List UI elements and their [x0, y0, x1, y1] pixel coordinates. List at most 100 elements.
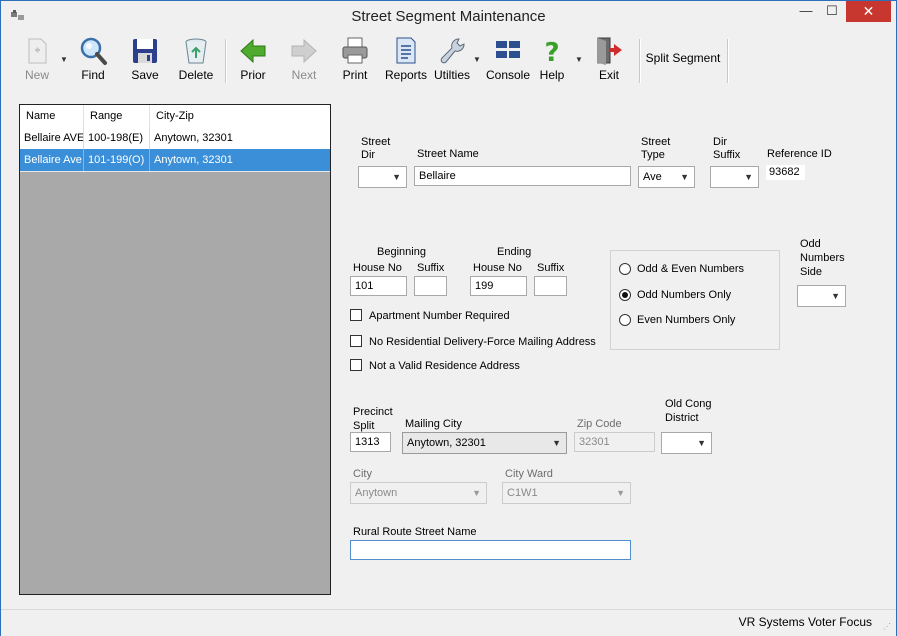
- next-label: Next: [291, 68, 317, 82]
- ending-house-no-label: House No: [473, 262, 522, 274]
- reports-label: Reports: [384, 68, 428, 82]
- city-ward-select[interactable]: C1W1 ▼: [502, 482, 631, 504]
- chevron-down-icon: ▼: [552, 438, 561, 448]
- reports-button[interactable]: Reports: [383, 33, 429, 85]
- print-label: Print: [342, 68, 368, 82]
- toolbar-separator: [727, 39, 729, 83]
- precinct-split-input[interactable]: 1313: [350, 432, 391, 452]
- apartment-checkbox[interactable]: [350, 309, 362, 321]
- next-button[interactable]: Next: [285, 33, 323, 85]
- console-label: Console: [485, 68, 531, 82]
- street-type-label-line1: Street: [641, 136, 671, 148]
- odd-only-label[interactable]: Odd Numbers Only: [637, 288, 731, 302]
- utilities-label: Utilties: [433, 68, 470, 82]
- resize-grip-icon[interactable]: ⋰: [883, 623, 893, 634]
- title-bar: Street Segment Maintenance — ☐ ✕: [1, 1, 896, 31]
- precinct-label-line2: Split: [353, 420, 375, 432]
- street-type-value: Ave: [643, 171, 662, 183]
- odd-even-radio[interactable]: [619, 263, 631, 275]
- new-button[interactable]: New: [17, 33, 57, 85]
- not-valid-checkbox[interactable]: [350, 359, 362, 371]
- new-label: New: [24, 68, 49, 82]
- not-valid-label[interactable]: Not a Valid Residence Address: [369, 359, 520, 373]
- rural-route-input[interactable]: [350, 540, 631, 560]
- recycle-bin-icon: [185, 38, 207, 64]
- odd-only-radio[interactable]: [619, 289, 631, 301]
- cell-range: 100-198(E): [84, 127, 150, 149]
- new-document-icon: [28, 38, 47, 64]
- beginning-label: Beginning: [377, 246, 426, 258]
- city-value: Anytown: [355, 487, 398, 499]
- even-only-label[interactable]: Even Numbers Only: [637, 313, 735, 327]
- print-button[interactable]: Print: [335, 33, 375, 85]
- arrow-left-icon: [240, 38, 266, 64]
- split-segment-button[interactable]: Split Segment: [643, 33, 723, 85]
- mailing-city-value: Anytown, 32301: [407, 437, 486, 449]
- prior-label: Prior: [240, 68, 266, 82]
- report-document-icon: [396, 37, 416, 64]
- help-label: Help: [539, 68, 565, 82]
- save-label: Save: [131, 68, 159, 82]
- toolbar-separator: [225, 39, 227, 83]
- minimize-button[interactable]: —: [793, 1, 819, 21]
- street-name-input[interactable]: Bellaire: [414, 166, 631, 186]
- odd-side-select[interactable]: ▼: [797, 285, 846, 307]
- no-residential-checkbox[interactable]: [350, 335, 362, 347]
- city-ward-label: City Ward: [505, 468, 553, 480]
- toolbar-separator: [639, 39, 641, 83]
- save-button[interactable]: Save: [125, 33, 165, 85]
- utilities-button[interactable]: Utilties: [431, 33, 473, 85]
- new-dropdown-icon[interactable]: ▼: [60, 55, 68, 64]
- old-cong-district-select[interactable]: ▼: [661, 432, 712, 454]
- beginning-suffix-input[interactable]: [414, 276, 447, 296]
- table-row-selected[interactable]: Bellaire Ave 101-199(O) Anytown, 32301: [20, 149, 330, 172]
- odd-side-label-line3: Side: [800, 266, 823, 278]
- column-header-range[interactable]: Range: [84, 105, 150, 127]
- prior-button[interactable]: Prior: [233, 33, 273, 85]
- column-header-city-zip[interactable]: City-Zip: [150, 105, 330, 127]
- ending-house-no-input[interactable]: 199: [470, 276, 527, 296]
- utilities-dropdown-icon[interactable]: ▼: [473, 55, 481, 64]
- dir-suffix-select[interactable]: ▼: [710, 166, 759, 188]
- exit-button[interactable]: Exit: [591, 33, 627, 85]
- mailing-city-select[interactable]: Anytown, 32301 ▼: [402, 432, 567, 454]
- odd-side-label-line2: Numbers: [800, 252, 845, 264]
- mailing-city-label: Mailing City: [405, 418, 462, 430]
- chevron-down-icon: ▼: [831, 291, 840, 301]
- svg-text:?: ?: [544, 38, 559, 66]
- find-button[interactable]: Find: [73, 33, 113, 85]
- segment-grid: Name Range City-Zip Bellaire AVE 100-198…: [19, 104, 331, 595]
- delete-button[interactable]: Delete: [175, 33, 217, 85]
- even-only-radio[interactable]: [619, 314, 631, 326]
- chevron-down-icon: ▼: [744, 172, 753, 182]
- precinct-label-line1: Precinct: [353, 406, 393, 418]
- city-select[interactable]: Anytown ▼: [350, 482, 487, 504]
- street-dir-select[interactable]: ▼: [358, 166, 407, 188]
- console-button[interactable]: Console: [485, 33, 531, 85]
- chevron-down-icon: ▼: [697, 438, 706, 448]
- help-button[interactable]: ? Help: [535, 33, 569, 85]
- column-header-name[interactable]: Name: [20, 105, 84, 127]
- maximize-button[interactable]: ☐: [819, 1, 845, 21]
- app-window: Street Segment Maintenance — ☐ ✕ New ▼ F…: [0, 0, 897, 636]
- old-cong-label-line2: District: [665, 412, 699, 424]
- help-dropdown-icon[interactable]: ▼: [575, 55, 583, 64]
- floppy-disk-icon: [133, 39, 157, 63]
- close-button[interactable]: ✕: [846, 1, 891, 22]
- city-ward-value: C1W1: [507, 487, 538, 499]
- street-name-label: Street Name: [417, 148, 479, 160]
- beginning-suffix-label: Suffix: [417, 262, 445, 274]
- apartment-label[interactable]: Apartment Number Required: [369, 309, 510, 323]
- street-type-select[interactable]: Ave ▼: [638, 166, 695, 188]
- table-row[interactable]: Bellaire AVE 100-198(E) Anytown, 32301: [20, 127, 330, 150]
- street-type-label-line2: Type: [641, 149, 665, 161]
- reference-id-value: 93682: [766, 165, 805, 180]
- odd-even-label[interactable]: Odd & Even Numbers: [637, 262, 744, 276]
- zip-code-label: Zip Code: [577, 418, 622, 430]
- chevron-down-icon: ▼: [680, 172, 689, 182]
- ending-suffix-input[interactable]: [534, 276, 567, 296]
- beginning-house-no-input[interactable]: 101: [350, 276, 407, 296]
- delete-label: Delete: [178, 68, 214, 82]
- no-residential-label[interactable]: No Residential Delivery-Force Mailing Ad…: [369, 335, 596, 349]
- zip-code-input[interactable]: 32301: [574, 432, 655, 452]
